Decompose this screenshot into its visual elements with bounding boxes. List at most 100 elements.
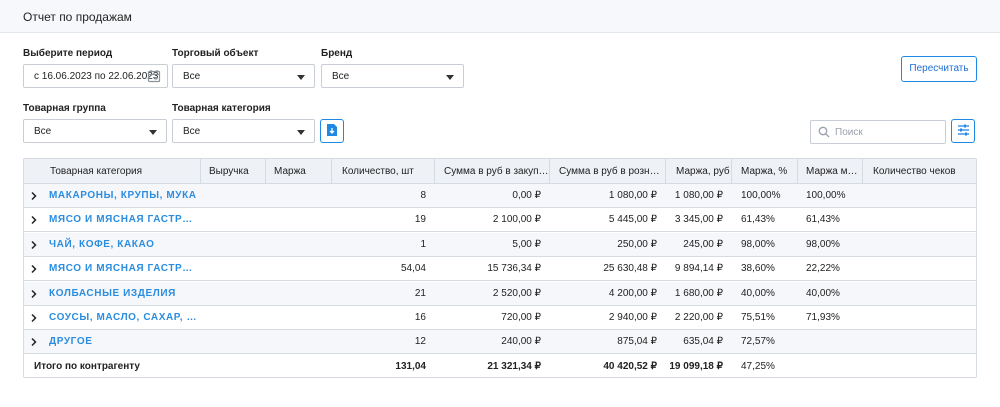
period-value: с 16.06.2023 по 22.06.2023 [34,71,159,82]
row-margin-min: 100,00% [806,190,846,201]
row-purchase: 0,00 ₽ [512,190,541,201]
group-select[interactable]: Все [23,119,167,143]
outlet-select[interactable]: Все [172,64,315,88]
row-margin-min: 40,00% [806,287,840,299]
table-row[interactable]: СОУСЫ, МАСЛО, САХАР, СПЕ… 16 720,00 ₽ 2 940… [24,306,976,330]
row-margin-rub: 1 080,00 ₽ [674,190,723,201]
outlet-value: Все [183,71,201,82]
row-qty: 8 [420,190,426,201]
row-retail: 875,04 ₽ [617,336,657,348]
chevron-down-icon [297,130,305,135]
total-margin-pct: 47,25% [741,361,775,372]
group-value: Все [34,126,52,137]
row-purchase: 240,00 ₽ [501,336,541,348]
chevron-right-icon[interactable] [29,240,39,250]
row-qty: 16 [414,312,426,323]
chevron-down-icon [446,75,454,80]
chevron-right-icon[interactable] [29,215,39,225]
col-margin-min[interactable]: Маржа мин, … [798,159,863,184]
table-row[interactable]: МЯСО И МЯСНАЯ ГАСТРОНО… 54,04 15 736,34 ₽ 2… [24,257,976,282]
table-row[interactable]: КОЛБАСНЫЕ ИЗДЕЛИЯ 21 2 520,00 ₽ 4 200,00 ₽ 1… [24,281,976,306]
row-margin-rub: 635,04 ₽ [683,336,723,348]
row-retail: 5 445,00 ₽ [608,214,657,226]
table-row[interactable]: ДРУГОЕ 12 240,00 ₽ 875,04 ₽ 635,04 ₽ 72,57% [24,330,976,355]
row-margin-pct: 38,60% [741,263,775,275]
col-quantity[interactable]: Количество, шт [332,159,435,184]
row-margin-rub: 1 680,00 ₽ [674,287,723,299]
brand-select[interactable]: Все [321,64,464,88]
group-label: Товарная группа [23,103,106,114]
col-margin-pct[interactable]: Маржа, % [732,159,798,184]
col-margin[interactable]: Маржа [266,159,332,184]
total-qty: 131,04 [395,361,426,372]
row-purchase: 2 100,00 ₽ [492,214,541,226]
col-margin-rub[interactable]: Маржа, руб [666,159,732,184]
category-label: Товарная категория [172,103,271,114]
row-category-name[interactable]: МАКАРОНЫ, КРУПЫ, МУКА [49,184,199,208]
export-button[interactable] [320,119,344,143]
total-retail: 40 420,52 ₽ [603,361,657,372]
col-revenue[interactable]: Выручка [201,159,266,184]
col-retail-sum[interactable]: Сумма в руб в рознични… [550,159,666,184]
total-margin-rub: 19 099,18 ₽ [669,361,723,372]
row-margin-pct: 40,00% [741,287,775,299]
table-header: Товарная категория Выручка Маржа Количес… [24,159,976,184]
chevron-right-icon[interactable] [29,337,39,347]
row-category-name[interactable]: СОУСЫ, МАСЛО, САХАР, СПЕ… [49,306,199,330]
col-purchase-sum[interactable]: Сумма в руб в закупочн… [435,159,550,184]
row-category-name[interactable]: КОЛБАСНЫЕ ИЗДЕЛИЯ [49,282,199,306]
chevron-down-icon [297,75,305,80]
sales-table: Товарная категория Выручка Маржа Количес… [23,158,977,378]
row-qty: 19 [414,214,426,226]
row-category-name[interactable]: МЯСО И МЯСНАЯ ГАСТРОНО… [49,257,199,281]
period-label: Выберите период [23,48,113,59]
outlet-label: Торговый объект [172,48,259,59]
settings-sliders-icon [957,124,970,139]
row-margin-min: 61,43% [806,214,840,226]
row-margin-pct: 98,00% [741,238,775,250]
row-purchase: 15 736,34 ₽ [487,263,541,275]
row-margin-rub: 9 894,14 ₽ [674,263,723,275]
chevron-right-icon[interactable] [29,289,39,299]
search-field[interactable]: Поиск [810,120,946,144]
row-margin-min [806,330,862,354]
chevron-down-icon [149,130,157,135]
category-value: Все [183,126,201,137]
total-label: Итого по контрагенту [34,361,140,372]
row-margin-pct: 75,51% [741,312,775,323]
table-settings-button[interactable] [951,119,975,143]
row-margin-min: 71,93% [806,312,840,323]
table-row[interactable]: ЧАЙ, КОФЕ, КАКАО 1 5,00 ₽ 250,00 ₽ 245,00 ₽ 9… [24,232,976,257]
chevron-right-icon[interactable] [29,264,39,274]
table-row[interactable]: МАКАРОНЫ, КРУПЫ, МУКА 8 0,00 ₽ 1 080,00 ₽ 1 … [24,184,976,208]
chevron-right-icon[interactable] [29,313,39,323]
row-purchase: 720,00 ₽ [501,312,541,323]
period-picker[interactable]: с 16.06.2023 по 22.06.2023 [23,64,168,88]
row-category-name[interactable]: ДРУГОЕ [49,330,199,354]
row-retail: 2 940,00 ₽ [608,312,657,323]
page-header: Отчет по продажам [0,0,1000,33]
row-retail: 1 080,00 ₽ [608,190,657,201]
calendar-icon[interactable] [147,69,161,86]
row-margin-min: 98,00% [806,238,840,250]
total-row: Итого по контрагенту 131,04 21 321,34 ₽ … [24,355,976,377]
row-margin-pct: 61,43% [741,214,775,226]
row-category-name[interactable]: ЧАЙ, КОФЕ, КАКАО [49,233,199,257]
col-category[interactable]: Товарная категория [24,159,201,184]
row-margin-pct: 100,00% [741,190,781,201]
category-select[interactable]: Все [172,119,315,143]
col-receipts[interactable]: Количество чеков [863,159,976,184]
row-qty: 54,04 [400,263,426,275]
recalculate-button[interactable]: Пересчитать [901,56,977,82]
search-icon [818,126,830,141]
row-purchase: 5,00 ₽ [512,238,541,250]
chevron-right-icon[interactable] [29,191,39,201]
row-margin-rub: 2 220,00 ₽ [674,312,723,323]
row-margin-min: 22,22% [806,263,840,275]
table-row[interactable]: МЯСО И МЯСНАЯ ГАСТРОНО… 19 2 100,00 ₽ 5 445… [24,208,976,233]
row-qty: 21 [414,287,426,299]
row-qty: 12 [414,336,426,348]
brand-value: Все [332,71,350,82]
row-category-name[interactable]: МЯСО И МЯСНАЯ ГАСТРОНО… [49,208,199,232]
search-placeholder: Поиск [835,127,863,138]
